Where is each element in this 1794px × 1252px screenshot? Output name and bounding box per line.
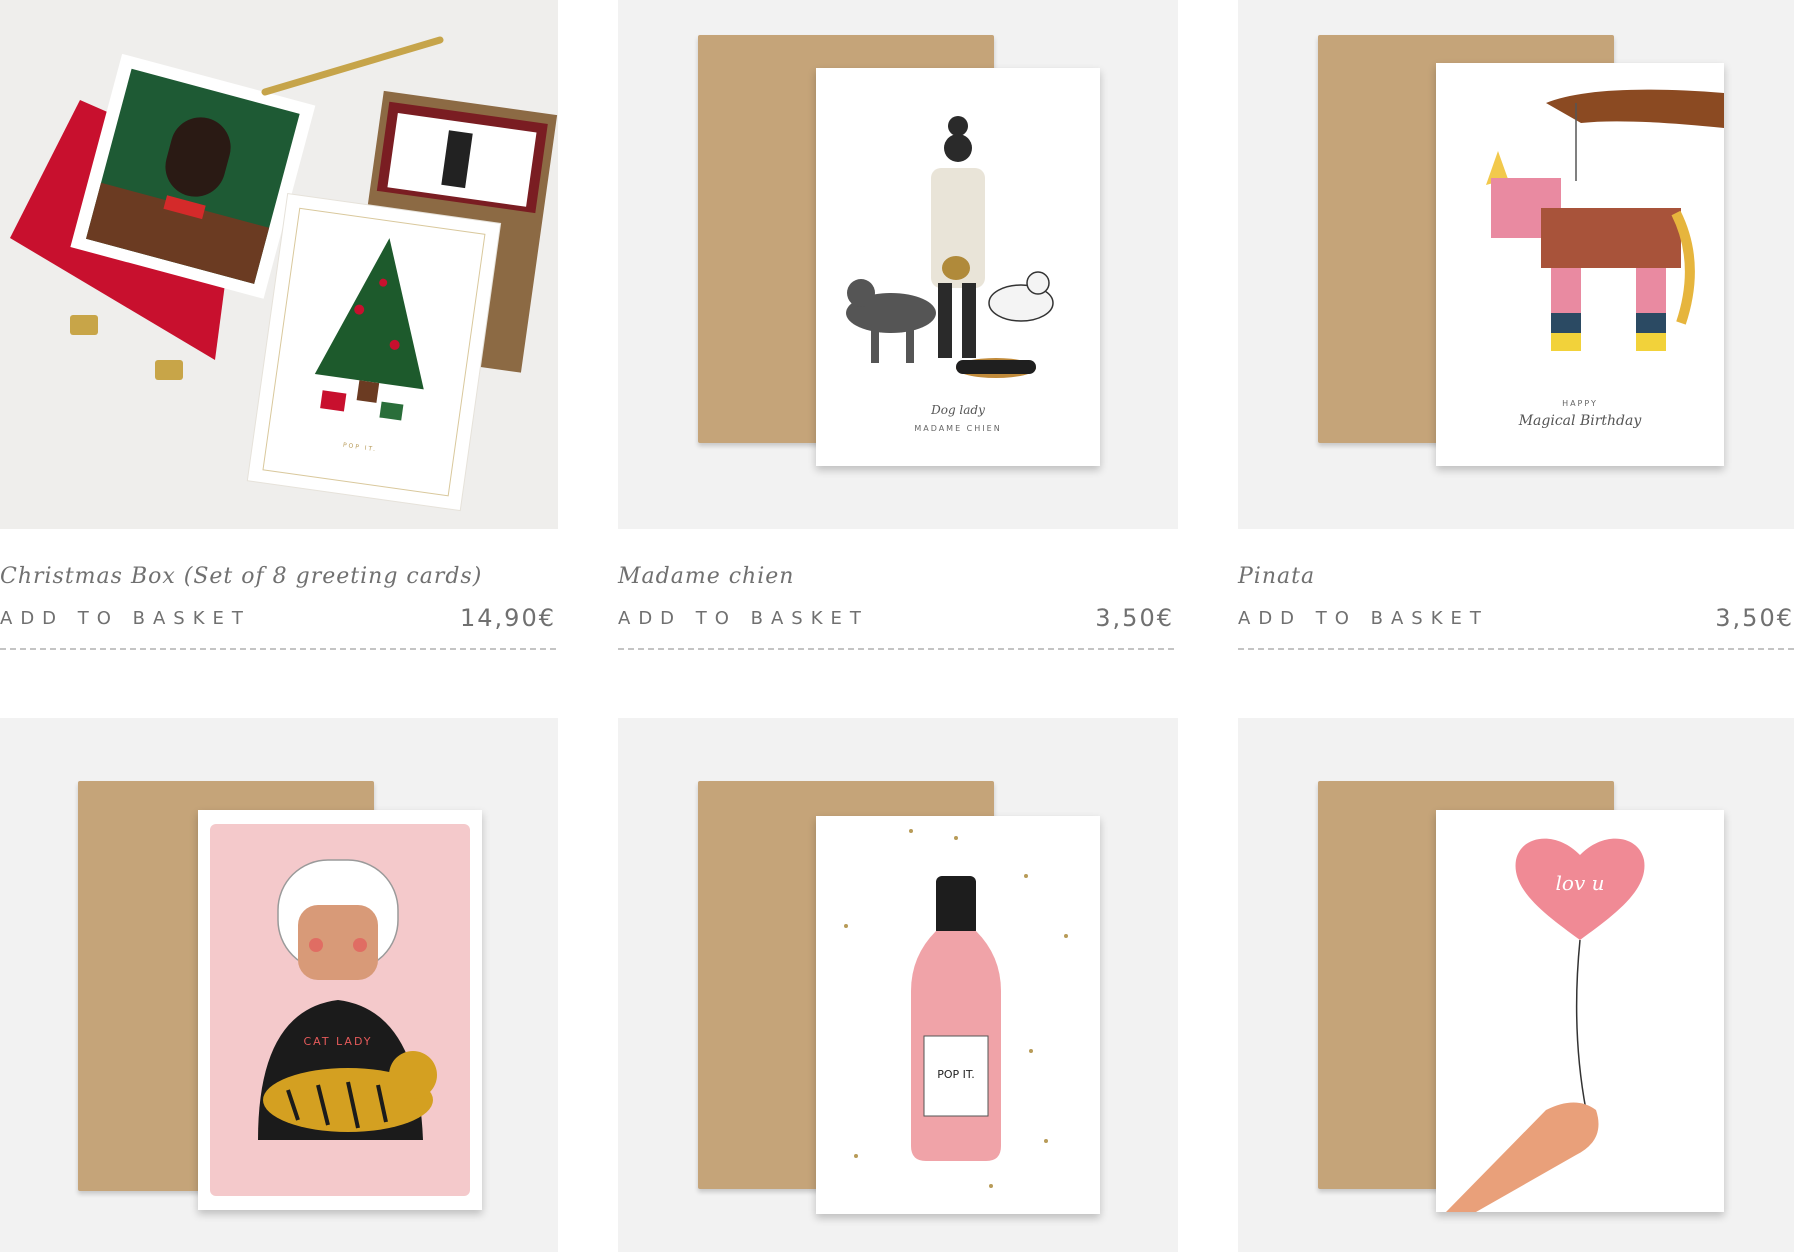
cat-lady-card-icon: CAT LADY <box>198 810 482 1210</box>
product-title[interactable]: Christmas Box (Set of 8 greeting cards) <box>0 564 482 589</box>
heart-balloon-card-icon: lov u <box>1436 810 1724 1212</box>
svg-text:POP IT.: POP IT. <box>937 1068 975 1081</box>
product-title[interactable]: Madame chien <box>618 564 794 589</box>
dashed-divider <box>618 648 1174 650</box>
card-caption: Magical Birthday <box>1518 413 1642 429</box>
product-image-champagne[interactable]: POP IT. <box>618 718 1178 1252</box>
product-title[interactable]: Pinata <box>1238 564 1315 589</box>
product-image-pinata[interactable]: HAPPY Magical Birthday <box>1238 0 1794 529</box>
card-subcaption: MADAME CHIEN <box>914 424 1002 433</box>
add-to-basket-button[interactable]: ADD TO BASKET <box>1238 608 1489 629</box>
add-to-basket-button[interactable]: ADD TO BASKET <box>618 608 869 629</box>
product-image-christmas-box[interactable]: POP IT. <box>0 0 558 529</box>
add-to-basket-button[interactable]: ADD TO BASKET <box>0 608 251 629</box>
product-image-madame-chien[interactable]: Dog lady MADAME CHIEN <box>618 0 1178 529</box>
product-image-cat-lady[interactable]: CAT LADY <box>0 718 558 1252</box>
card-subcaption: HAPPY <box>1562 399 1598 408</box>
svg-text:CAT LADY: CAT LADY <box>303 1035 372 1048</box>
pinata-card-icon: HAPPY Magical Birthday <box>1436 63 1724 466</box>
champagne-card-icon: POP IT. <box>816 816 1100 1214</box>
card-caption: Dog lady <box>931 403 985 417</box>
product-price: 14,90€ <box>460 604 556 632</box>
christmas-box-photo-icon: POP IT. <box>10 36 558 512</box>
svg-text:lov u: lov u <box>1556 871 1605 895</box>
dashed-divider <box>0 648 556 650</box>
dashed-divider <box>1238 648 1794 650</box>
product-price: 3,50€ <box>1095 604 1174 632</box>
dog-lady-card-icon: Dog lady MADAME CHIEN <box>816 68 1100 466</box>
product-price: 3,50€ <box>1715 604 1794 632</box>
product-image-lov-u[interactable]: lov u <box>1238 718 1794 1252</box>
